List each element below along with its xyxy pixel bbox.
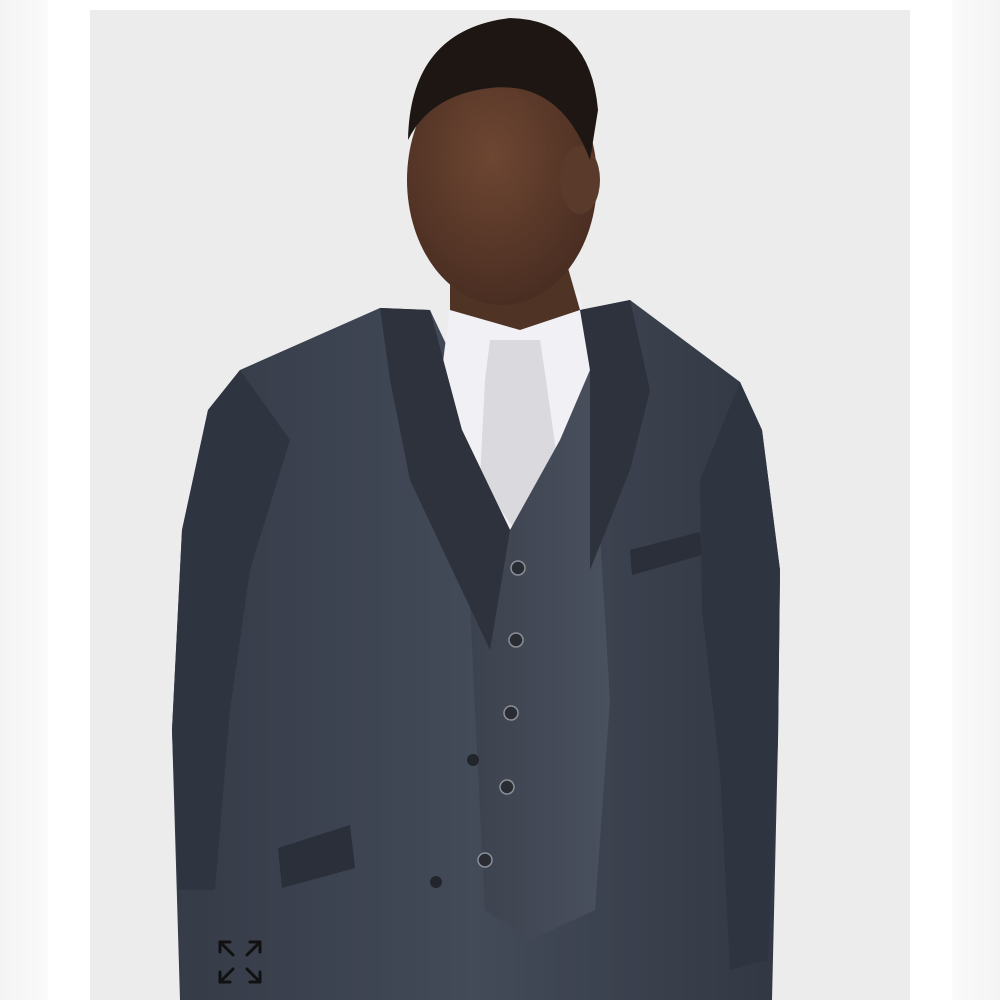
vest-button-2 xyxy=(508,632,524,648)
jacket-button-1 xyxy=(467,754,479,766)
vest-button-4 xyxy=(499,779,515,795)
vest-button-5 xyxy=(477,852,493,868)
expand-arrows-icon xyxy=(218,940,262,984)
expand-button[interactable] xyxy=(210,932,270,992)
vest-button-1 xyxy=(510,560,526,576)
jacket-button-2 xyxy=(430,876,442,888)
product-page xyxy=(0,0,1000,1000)
left-margin xyxy=(0,0,48,1000)
product-image[interactable] xyxy=(90,10,910,1000)
vest-button-3 xyxy=(503,705,519,721)
right-margin xyxy=(952,0,1000,1000)
product-photo xyxy=(90,10,910,1000)
ear xyxy=(560,146,600,214)
